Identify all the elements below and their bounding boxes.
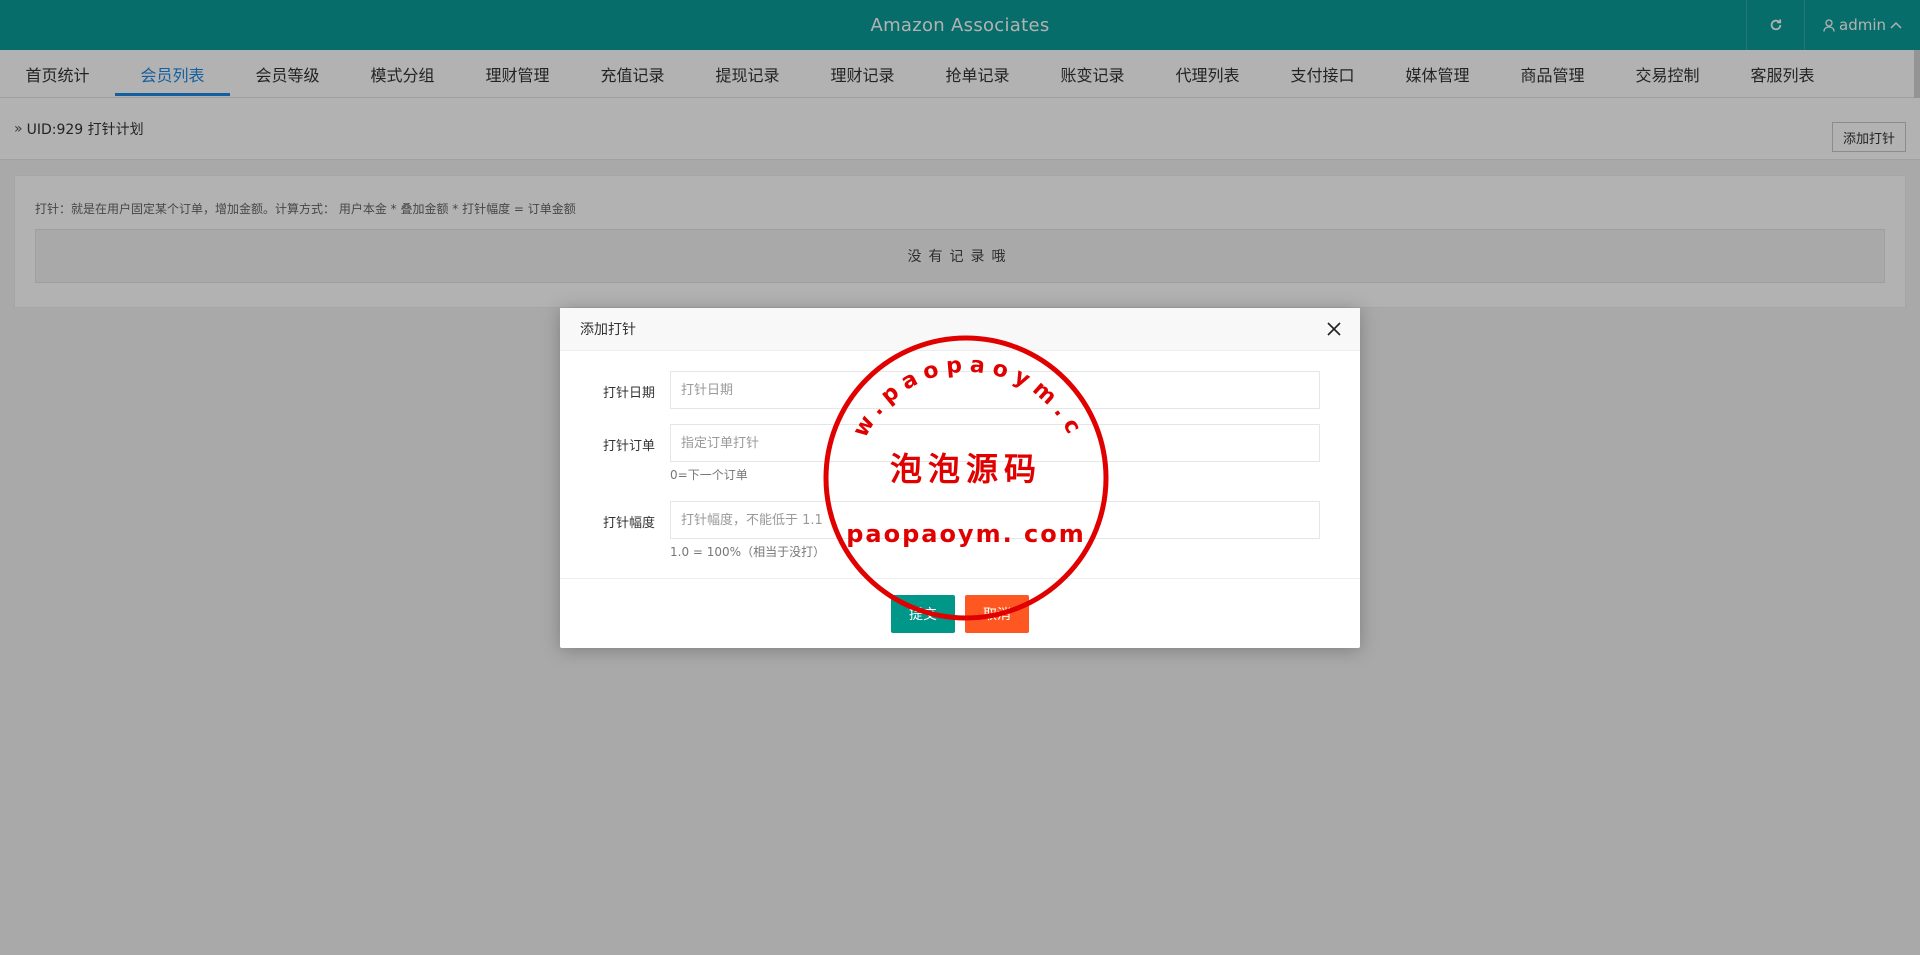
dialog-header: 添加打针 <box>560 308 1360 351</box>
close-button[interactable] <box>1322 317 1346 341</box>
date-label: 打针日期 <box>602 386 655 401</box>
submit-button[interactable]: 提交 <box>891 594 955 633</box>
dialog-title: 添加打针 <box>580 322 636 338</box>
order-label: 打针订单 <box>602 439 655 454</box>
amplitude-input[interactable] <box>670 501 1320 539</box>
dialog-footer: 提交 取消 <box>560 578 1360 648</box>
close-icon <box>1327 322 1341 336</box>
date-input[interactable] <box>670 371 1320 409</box>
order-input[interactable] <box>670 424 1320 462</box>
order-hint: 0=下一个订单 <box>670 468 748 482</box>
amplitude-hint: 1.0 = 100%（相当于没打） <box>670 545 826 559</box>
amplitude-label: 打针幅度 <box>602 516 655 531</box>
add-injection-dialog: 添加打针 打针日期 打针订单 0=下一个订单 打针幅度 1.0 = 100%（相… <box>560 308 1360 648</box>
cancel-button[interactable]: 取消 <box>965 594 1029 633</box>
